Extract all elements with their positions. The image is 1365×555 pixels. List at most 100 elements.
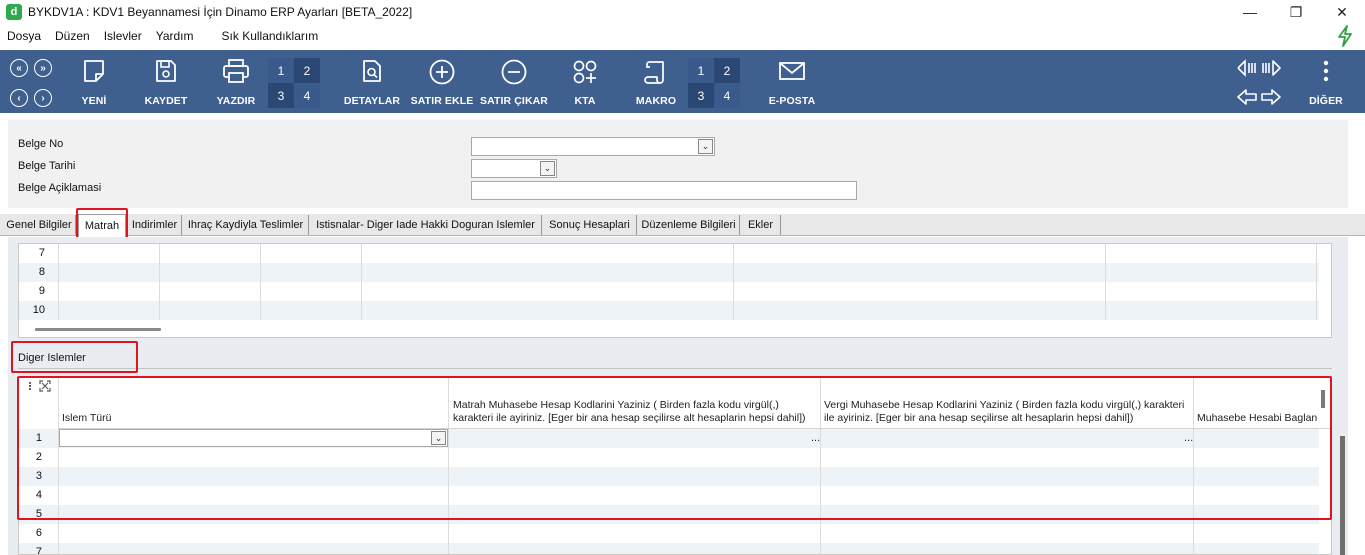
table-row[interactable]: 10 xyxy=(19,301,1319,320)
row-number: 4 xyxy=(35,489,42,501)
table-row[interactable]: 5 xyxy=(19,505,1319,524)
column-divider xyxy=(58,244,59,320)
print-button[interactable]: YAZDIR xyxy=(214,50,258,113)
column-divider xyxy=(159,244,160,320)
chevron-down-icon[interactable]: ⌄ xyxy=(431,431,446,445)
table-row[interactable]: 7 xyxy=(19,244,1319,263)
new-document-icon xyxy=(84,60,104,82)
print-copies-grid: 1 2 3 4 xyxy=(268,58,320,108)
restore-button[interactable]: ❐ xyxy=(1273,0,1319,24)
kta-button[interactable]: KTA xyxy=(570,50,600,113)
toolbar: « » ‹ › YENİ KAYDET YAZDIR 1 2 3 4 DETAY… xyxy=(0,50,1365,113)
panel-vertical-scrollbar[interactable] xyxy=(1340,436,1345,555)
nav-next-arrow-icon[interactable] xyxy=(1260,88,1282,106)
new-button[interactable]: YENİ xyxy=(72,50,116,113)
row-number: 5 xyxy=(35,508,42,520)
macro-slots-grid: 1 2 3 4 xyxy=(688,58,740,108)
section-title: Diger Islemler xyxy=(18,352,86,364)
tab-istisnalar[interactable]: Istisnalar- Diger Iade Hakki Doguran Isl… xyxy=(310,215,542,235)
doc-no-select[interactable]: ⌄ xyxy=(471,137,715,156)
tab-ihrac-kaydiyla[interactable]: Ihraç Kaydiyla Teslimler xyxy=(183,215,309,235)
tab-duzenleme-bilgileri[interactable]: Düzenleme Bilgileri xyxy=(638,215,740,235)
menu-dosya[interactable]: Dosya xyxy=(0,29,48,43)
email-button[interactable]: E-POSTA xyxy=(768,50,816,113)
table-row[interactable]: 9 xyxy=(19,282,1319,301)
table-row[interactable]: 4 xyxy=(19,486,1319,505)
column-divider xyxy=(820,377,821,554)
details-label: DETAYLAR xyxy=(343,95,401,107)
kta-icon xyxy=(573,60,597,84)
row-number: 10 xyxy=(32,304,45,316)
doc-date-label: Belge Tarihi xyxy=(18,160,76,172)
lower-grid: Islem Türü Matrah Muhasebe Hesap Kodlari… xyxy=(18,376,1332,555)
lightning-icon[interactable] xyxy=(1335,25,1355,47)
menu-islevler[interactable]: Islevler xyxy=(97,29,149,43)
matrah-ellipsis-button[interactable]: ... xyxy=(811,432,820,444)
minimize-button[interactable]: — xyxy=(1227,0,1273,24)
nav-prev-icon[interactable]: ‹ xyxy=(10,89,28,107)
row-number: 8 xyxy=(38,266,45,278)
table-row[interactable]: 8 xyxy=(19,263,1319,282)
menu-bar: Dosya Düzen Islevler Yardım Sık Kullandı… xyxy=(0,24,1365,48)
tab-matrah[interactable]: Matrah xyxy=(78,214,126,237)
menu-favorites[interactable]: Sık Kullandıklarım xyxy=(215,29,326,43)
remove-row-button[interactable]: SATIR ÇIKAR xyxy=(480,50,548,113)
tab-genel-bilgiler[interactable]: Genel Bilgiler xyxy=(3,215,76,235)
more-label: DİĞER xyxy=(1309,95,1343,107)
column-divider xyxy=(58,377,59,554)
close-button[interactable]: ✕ xyxy=(1319,0,1365,24)
row-number: 6 xyxy=(35,527,42,539)
nav-next-icon[interactable]: › xyxy=(34,89,52,107)
remove-row-label: SATIR ÇIKAR xyxy=(480,95,548,107)
chevron-down-icon[interactable]: ⌄ xyxy=(698,139,713,154)
chevron-down-icon[interactable]: ⌄ xyxy=(540,161,555,176)
column-divider xyxy=(1105,244,1106,320)
table-row[interactable]: 7 xyxy=(19,543,1319,554)
macro-slot-3[interactable]: 3 xyxy=(688,83,714,108)
vergi-ellipsis-button[interactable]: ... xyxy=(1184,432,1193,444)
expand-icon[interactable] xyxy=(39,380,51,392)
print-copy-1[interactable]: 1 xyxy=(268,58,294,83)
macro-slot-2[interactable]: 2 xyxy=(714,58,740,83)
tab-ekler[interactable]: Ekler xyxy=(741,215,781,235)
macro-slot-4[interactable]: 4 xyxy=(714,83,740,108)
menu-duzen[interactable]: Düzen xyxy=(48,29,97,43)
nav-last-icon[interactable]: » xyxy=(34,59,52,77)
islem-turu-select[interactable]: ⌄ xyxy=(59,429,448,447)
macro-button[interactable]: MAKRO xyxy=(636,50,676,113)
header-form: Belge No Belge Tarihi Belge Açiklamasi ⌄… xyxy=(8,120,1348,208)
nav-first-icon[interactable]: « xyxy=(10,59,28,77)
email-label: E-POSTA xyxy=(768,95,816,107)
more-button[interactable]: DİĞER xyxy=(1306,50,1346,113)
table-row[interactable]: 3 xyxy=(19,467,1319,486)
add-row-label: SATIR EKLE xyxy=(410,95,474,107)
column-divider xyxy=(733,244,734,320)
add-row-button[interactable]: SATIR EKLE xyxy=(411,50,473,113)
table-row[interactable]: 2 xyxy=(19,448,1319,467)
macro-slot-1[interactable]: 1 xyxy=(688,58,714,83)
row-number: 1 xyxy=(35,432,42,444)
row-number: 7 xyxy=(38,247,45,259)
details-button[interactable]: DETAYLAR xyxy=(344,50,400,113)
vertical-scrollbar-thumb[interactable] xyxy=(1321,390,1325,408)
print-copy-3[interactable]: 3 xyxy=(268,83,294,108)
print-copy-2[interactable]: 2 xyxy=(294,58,320,83)
table-row[interactable]: 6 xyxy=(19,524,1319,543)
doc-desc-field[interactable] xyxy=(471,181,857,200)
save-label: KAYDET xyxy=(144,95,188,107)
doc-date-field[interactable]: ⌄ xyxy=(471,159,557,178)
drag-handle-icon[interactable] xyxy=(27,381,33,391)
column-divider xyxy=(448,377,449,554)
nav-last-arrow-icon[interactable] xyxy=(1260,59,1282,77)
print-copy-4[interactable]: 4 xyxy=(294,83,320,108)
app-logo-icon: d xyxy=(6,4,22,20)
save-button[interactable]: KAYDET xyxy=(142,50,190,113)
nav-prev-arrow-icon[interactable] xyxy=(1236,88,1258,106)
tab-sonuc-hesaplari[interactable]: Sonuç Hesaplari xyxy=(543,215,637,235)
horizontal-scrollbar[interactable] xyxy=(35,328,161,331)
nav-first-arrow-icon[interactable] xyxy=(1236,59,1258,77)
column-divider xyxy=(361,244,362,320)
menu-yardim[interactable]: Yardım xyxy=(149,29,201,43)
tab-indirimler[interactable]: Indirimler xyxy=(128,215,182,235)
doc-desc-label: Belge Açiklamasi xyxy=(18,182,102,194)
